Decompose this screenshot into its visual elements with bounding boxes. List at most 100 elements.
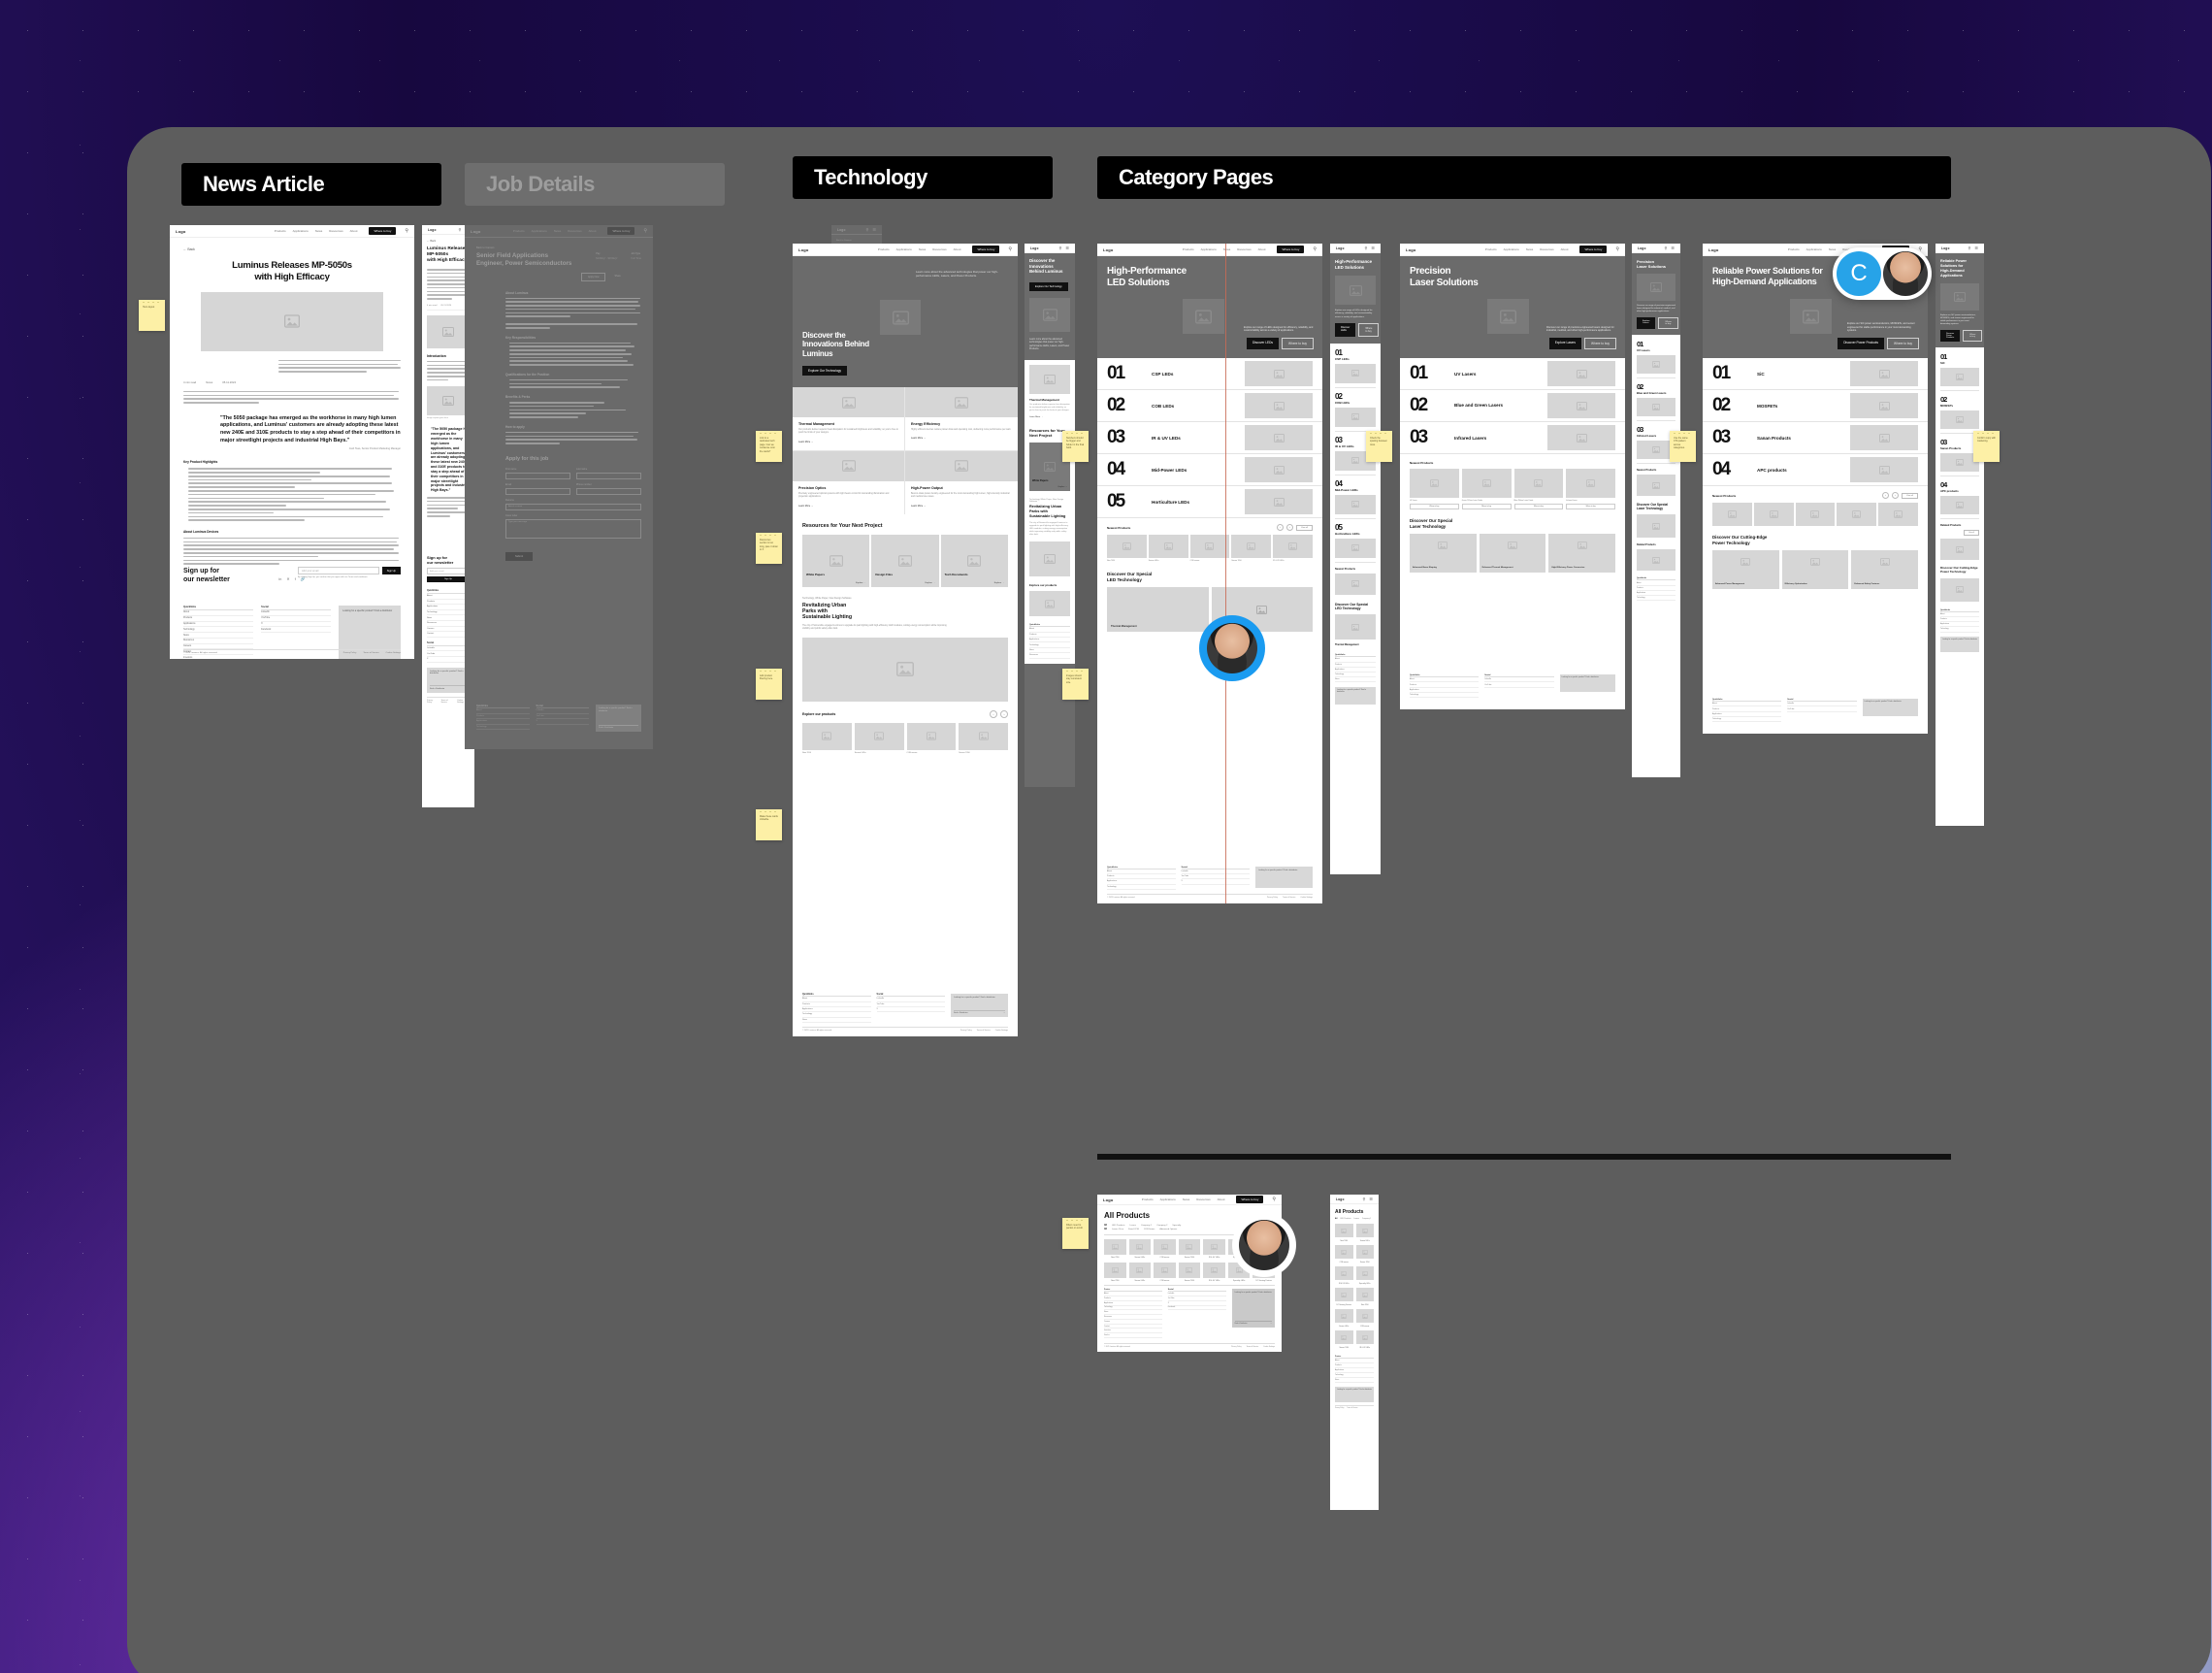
discover-power-button[interactable]: Discover Power Products xyxy=(1838,338,1885,349)
footer-distributor-card-mobile[interactable]: Looking for a specific product? Find a d… xyxy=(427,667,470,693)
filter-chip[interactable]: Advanced Options xyxy=(1159,1229,1177,1230)
resource-card[interactable]: Design Files Explore → xyxy=(871,534,939,587)
nav-link[interactable]: Resources xyxy=(329,229,342,233)
where-to-buy-chip[interactable]: Where to buy xyxy=(1461,504,1512,509)
search-icon[interactable]: ⚲ xyxy=(458,227,461,232)
hero-cta-button-mobile[interactable]: Explore Our Technology xyxy=(1029,281,1068,291)
nav-link[interactable]: Applications xyxy=(532,229,547,233)
nav-link[interactable]: Products xyxy=(513,229,525,233)
frame-category-led-mobile[interactable]: Logo ⚲ ☰ High-Performance LED Solutions … xyxy=(1330,244,1381,874)
newsletter-email-input-mobile[interactable]: Add your email xyxy=(427,568,470,575)
footer-distributor-card[interactable]: Looking for a specific product? Find a d… xyxy=(1559,674,1615,693)
product-card[interactable] xyxy=(1795,503,1836,526)
menu-icon[interactable]: ☰ xyxy=(1974,246,1978,250)
wireframe-navbar-mobile[interactable]: Logo ⚲ ☰ xyxy=(1025,244,1075,253)
section-title-category-pages[interactable]: Category Pages xyxy=(1097,156,1951,199)
product-card[interactable] xyxy=(1410,469,1459,498)
nav-link[interactable]: Products xyxy=(878,247,890,251)
nav-link[interactable]: News xyxy=(1829,247,1837,251)
search-icon[interactable]: ⚲ xyxy=(1968,246,1970,250)
nav-cta-button[interactable]: Where to buy xyxy=(1236,1196,1264,1203)
category-row[interactable]: 03 IR & UV LEDs xyxy=(1097,422,1322,454)
special-card[interactable]: Advanced Beam Shaping xyxy=(1410,534,1477,573)
filter-chip[interactable]: All xyxy=(1104,1229,1107,1230)
footer-links-col2[interactable]: LinkedIn YouTube X Facebook xyxy=(261,610,332,634)
wireframe-navbar[interactable]: Logo Products Applications News Resource… xyxy=(1097,244,1322,256)
card-link-mobile[interactable]: Learn More → xyxy=(1029,416,1070,418)
nav-links[interactable]: Products Applications News Resources Abo… xyxy=(513,229,597,233)
filter-chip[interactable]: LED Products xyxy=(1112,1225,1125,1227)
wireframe-navbar-mobile[interactable]: Logo ⚲ ☰ xyxy=(831,225,882,235)
submit-button[interactable]: Submit xyxy=(505,551,534,561)
product-card[interactable] xyxy=(1178,1239,1201,1255)
nav-link[interactable]: Resources xyxy=(1196,1197,1210,1201)
nav-cta-button[interactable]: Where to buy xyxy=(607,227,635,235)
view-all-button[interactable]: View all xyxy=(1296,524,1313,531)
product-card[interactable] xyxy=(1189,535,1230,558)
nav-link[interactable]: News xyxy=(554,229,562,233)
product-card[interactable] xyxy=(1335,1266,1353,1280)
view-all-button[interactable]: View all xyxy=(1902,492,1918,499)
sticky-note[interactable]: Resources section is too long, pare it d… xyxy=(756,533,782,564)
email-input[interactable] xyxy=(505,487,570,495)
product-card[interactable] xyxy=(1104,1239,1126,1255)
discover-power-button-mobile[interactable]: Discover Power Products xyxy=(1940,330,1961,343)
menu-icon[interactable]: ☰ xyxy=(1671,246,1675,250)
footer-distributor-card[interactable]: Looking for a specific product? Find a d… xyxy=(1231,1289,1275,1329)
product-card[interactable] xyxy=(1712,503,1752,526)
category-row-mobile[interactable]: 02 COB LEDs xyxy=(1335,392,1376,432)
nav-link[interactable]: About xyxy=(1218,1197,1225,1201)
product-card[interactable] xyxy=(1203,1263,1225,1278)
special-card[interactable]: Efficiency Optimization xyxy=(1781,550,1849,589)
category-row[interactable]: 04 Mid-Power LEDs xyxy=(1097,454,1322,486)
footer-distributor-card[interactable]: Looking for a specific product? Find a d… xyxy=(951,994,1008,1018)
product-card[interactable] xyxy=(1335,1224,1353,1237)
nav-link[interactable]: Products xyxy=(1183,247,1194,251)
category-row-mobile[interactable]: 02 Blue and Green Lasers xyxy=(1637,382,1675,422)
product-card[interactable] xyxy=(1513,469,1564,498)
product-card[interactable] xyxy=(1878,503,1918,526)
footer-distributor-card[interactable]: Looking for a specific product? Find a d… xyxy=(1862,699,1918,717)
cursor-avatar-led[interactable] xyxy=(1198,615,1285,701)
special-card[interactable]: Enhanced Safety Features xyxy=(1851,550,1918,589)
nav-link[interactable]: Resources xyxy=(1540,247,1553,251)
first-name-input[interactable] xyxy=(505,472,570,479)
nav-cta-button[interactable]: Where to buy xyxy=(1277,246,1305,253)
category-row[interactable]: 01 CSP LEDs xyxy=(1097,358,1322,390)
apply-now-button[interactable]: Apply Now xyxy=(581,272,606,281)
explore-lasers-button[interactable]: Explore Lasers xyxy=(1548,338,1582,349)
frame-all-products-mobile[interactable]: Logo ⚲ ☰ All Products All LED Products L… xyxy=(1330,1195,1379,1510)
filter-chip[interactable]: Company 1 xyxy=(1141,1225,1152,1227)
category-row[interactable]: 03 Infrared Lasers xyxy=(1400,422,1625,454)
category-row-mobile[interactable]: 02 MOSFETs xyxy=(1940,395,1979,435)
product-card[interactable] xyxy=(1355,1330,1374,1344)
footer-distributor-card[interactable]: Looking for a specific product? Find a d… xyxy=(1255,866,1313,888)
wireframe-navbar-mobile[interactable]: Logo ⚲ ☰ xyxy=(1936,244,1984,253)
nav-link[interactable]: Products xyxy=(1788,247,1800,251)
hero-cta-button[interactable]: Explore Our Technology xyxy=(802,366,847,376)
footer-distributor-card-mobile[interactable]: Looking for a specific product? Find a d… xyxy=(1335,1387,1374,1402)
special-card[interactable]: Thermal Management xyxy=(1107,587,1209,633)
nav-links[interactable]: Products Applications News Resources Abo… xyxy=(1142,1197,1225,1201)
product-card[interactable] xyxy=(1566,469,1615,498)
product-card[interactable] xyxy=(1753,503,1794,526)
search-icon[interactable]: ⚲ xyxy=(865,227,868,232)
search-icon[interactable]: ⚲ xyxy=(1364,246,1367,250)
nav-link[interactable]: News xyxy=(315,229,323,233)
nav-link[interactable]: News xyxy=(1183,1197,1190,1201)
nav-link[interactable]: News xyxy=(919,247,927,251)
nav-link[interactable]: Applications xyxy=(293,229,309,233)
sticky-note[interactable]: Check the spacing between rows. xyxy=(1366,431,1392,462)
search-icon[interactable]: ⚲ xyxy=(1615,246,1619,252)
special-card[interactable]: High-Efficiency Power Conversion xyxy=(1548,534,1615,573)
wireframe-navbar[interactable]: Logo Products Applications News Resource… xyxy=(1400,244,1625,256)
category-row[interactable]: 05 Horticulture LEDs xyxy=(1097,486,1322,518)
frame-category-laser-mobile[interactable]: Logo ⚲ ☰ Precision Laser Solutions Disco… xyxy=(1632,244,1680,777)
sticky-note[interactable]: Add product filtering here. xyxy=(756,669,782,700)
newsletter-signup[interactable]: Sign up for our newsletter Add your emai… xyxy=(170,567,414,584)
search-icon[interactable]: ⚲ xyxy=(1058,246,1061,250)
where-to-buy-button[interactable]: Where to buy xyxy=(1887,338,1919,349)
search-icon[interactable]: ⚲ xyxy=(405,228,408,234)
share-button[interactable]: Share xyxy=(610,273,624,281)
discover-button[interactable]: Discover LEDs xyxy=(1246,338,1280,349)
